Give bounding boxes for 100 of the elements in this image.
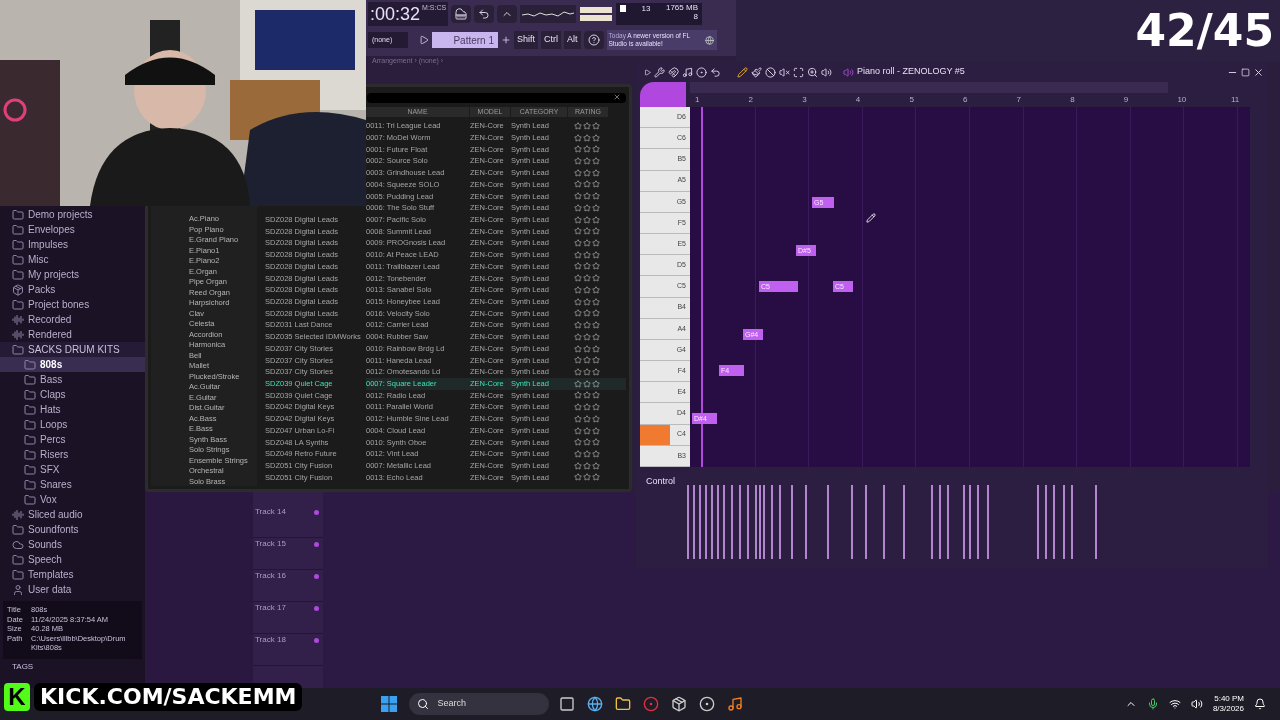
rating-stars[interactable]	[574, 262, 600, 271]
note-icon[interactable]	[682, 66, 693, 78]
store-icon[interactable]	[671, 696, 688, 712]
rating-stars[interactable]	[574, 203, 600, 212]
microphone-icon[interactable]	[1146, 698, 1159, 710]
rating-stars[interactable]	[574, 403, 600, 412]
browser-item[interactable]: Packs	[0, 282, 145, 297]
browser-item[interactable]: 808s	[0, 357, 145, 372]
rating-stars[interactable]	[574, 250, 600, 259]
help-button[interactable]	[583, 31, 604, 49]
rating-stars[interactable]	[574, 121, 600, 130]
browser-item[interactable]: Claps	[0, 387, 145, 402]
browser-item[interactable]: SFX	[0, 462, 145, 477]
rating-stars[interactable]	[574, 239, 600, 248]
browser-item[interactable]: Bass	[0, 372, 145, 387]
rating-stars[interactable]	[574, 297, 600, 306]
rating-stars[interactable]	[574, 157, 600, 165]
modifier-key[interactable]: Shift	[514, 31, 538, 49]
maximize-icon[interactable]	[1241, 67, 1250, 77]
wrench-icon[interactable]	[654, 66, 665, 78]
rating-stars[interactable]	[574, 227, 600, 236]
folder-icon[interactable]	[615, 696, 632, 712]
rating-stars[interactable]	[574, 168, 600, 177]
browser-item[interactable]: Hats	[0, 402, 145, 417]
modifier-key[interactable]: Alt	[564, 31, 581, 49]
rating-stars[interactable]	[574, 321, 600, 330]
rating-stars[interactable]	[574, 192, 600, 201]
browser-item[interactable]: Soundfonts	[0, 522, 145, 537]
search-field[interactable]: Search	[409, 693, 550, 715]
browser-item[interactable]: Templates	[0, 567, 145, 582]
select-icon[interactable]	[793, 66, 804, 78]
rating-stars[interactable]	[574, 332, 600, 341]
mute-icon[interactable]	[779, 66, 790, 78]
rating-stars[interactable]	[574, 391, 600, 400]
add-icon[interactable]	[501, 35, 511, 45]
magnet-icon[interactable]	[668, 66, 679, 78]
notification-icon[interactable]	[1254, 698, 1266, 710]
browser-item[interactable]: Demo projects	[0, 207, 145, 222]
bar-number: 6	[963, 94, 968, 106]
start-icon[interactable]	[381, 696, 398, 712]
rating-stars[interactable]	[574, 180, 600, 189]
browser-item[interactable]: Speech	[0, 552, 145, 567]
menu-arrow-icon[interactable]	[644, 68, 651, 76]
rating-stars[interactable]	[574, 461, 600, 470]
volume-icon[interactable]	[1190, 698, 1203, 710]
pencil-icon[interactable]	[737, 66, 748, 78]
browser-item[interactable]: Recorded	[0, 312, 145, 327]
app-icon[interactable]	[727, 696, 744, 712]
task-view-icon[interactable]	[559, 696, 576, 712]
clear-icon[interactable]	[612, 93, 622, 101]
rating-stars[interactable]	[574, 450, 600, 458]
browser-item[interactable]: Percs	[0, 432, 145, 447]
rating-stars[interactable]	[574, 414, 600, 423]
delete-icon[interactable]	[765, 66, 776, 78]
app-icon[interactable]	[699, 696, 716, 712]
rating-stars[interactable]	[574, 473, 600, 482]
browser-item[interactable]: SACKS DRUM KITS	[0, 342, 145, 357]
browser-item[interactable]: User data	[0, 582, 145, 597]
rating-stars[interactable]	[574, 274, 600, 283]
rating-stars[interactable]	[574, 215, 600, 224]
modifier-key[interactable]: Ctrl	[541, 31, 561, 49]
record-icon[interactable]	[696, 66, 707, 78]
speaker-icon[interactable]	[821, 66, 832, 78]
rating-stars[interactable]	[574, 356, 600, 365]
brush-icon[interactable]	[751, 66, 762, 78]
browser-item[interactable]: Risers	[0, 447, 145, 462]
browser-item[interactable]: My projects	[0, 267, 145, 282]
browser-item[interactable]: Sounds	[0, 537, 145, 552]
browser-item[interactable]: Misc	[0, 252, 145, 267]
browser-item[interactable]: Envelopes	[0, 222, 145, 237]
rating-stars[interactable]	[574, 344, 600, 353]
browser-item[interactable]: Loops	[0, 417, 145, 432]
rating-stars[interactable]	[574, 309, 600, 318]
rating-stars[interactable]	[574, 426, 600, 435]
rating-stars[interactable]	[574, 133, 600, 142]
search-field[interactable]	[367, 93, 626, 103]
rating-stars[interactable]	[574, 145, 600, 154]
folder-icon	[12, 523, 24, 536]
bar-number: 8	[1070, 94, 1075, 106]
play-icon[interactable]	[419, 35, 429, 45]
control-lane-label[interactable]: Control	[636, 473, 686, 563]
rating-stars[interactable]	[574, 438, 600, 447]
rating-stars[interactable]	[574, 285, 600, 294]
piano-button[interactable]	[451, 5, 471, 23]
loop-button[interactable]	[474, 5, 494, 23]
browser-item[interactable]: Vox	[0, 492, 145, 507]
clock[interactable]: 5:40 PM 8/3/2026	[1212, 694, 1244, 714]
browser-item[interactable]: Sliced audio	[0, 507, 145, 522]
close-icon[interactable]	[1253, 66, 1264, 78]
pattern-selector[interactable]: Pattern 1	[432, 32, 498, 48]
wifi-icon[interactable]	[1168, 698, 1181, 710]
zoom-icon[interactable]	[807, 66, 818, 78]
browser-item[interactable]: Project bones	[0, 297, 145, 312]
browser-item[interactable]: Impulses	[0, 237, 145, 252]
rating-stars[interactable]	[574, 379, 600, 388]
undo-icon[interactable]	[710, 66, 721, 78]
browser-item[interactable]: Snares	[0, 477, 145, 492]
rating-stars[interactable]	[574, 367, 600, 376]
cpu-value: 13	[641, 3, 651, 15]
browser-item[interactable]: Rendered	[0, 327, 145, 342]
